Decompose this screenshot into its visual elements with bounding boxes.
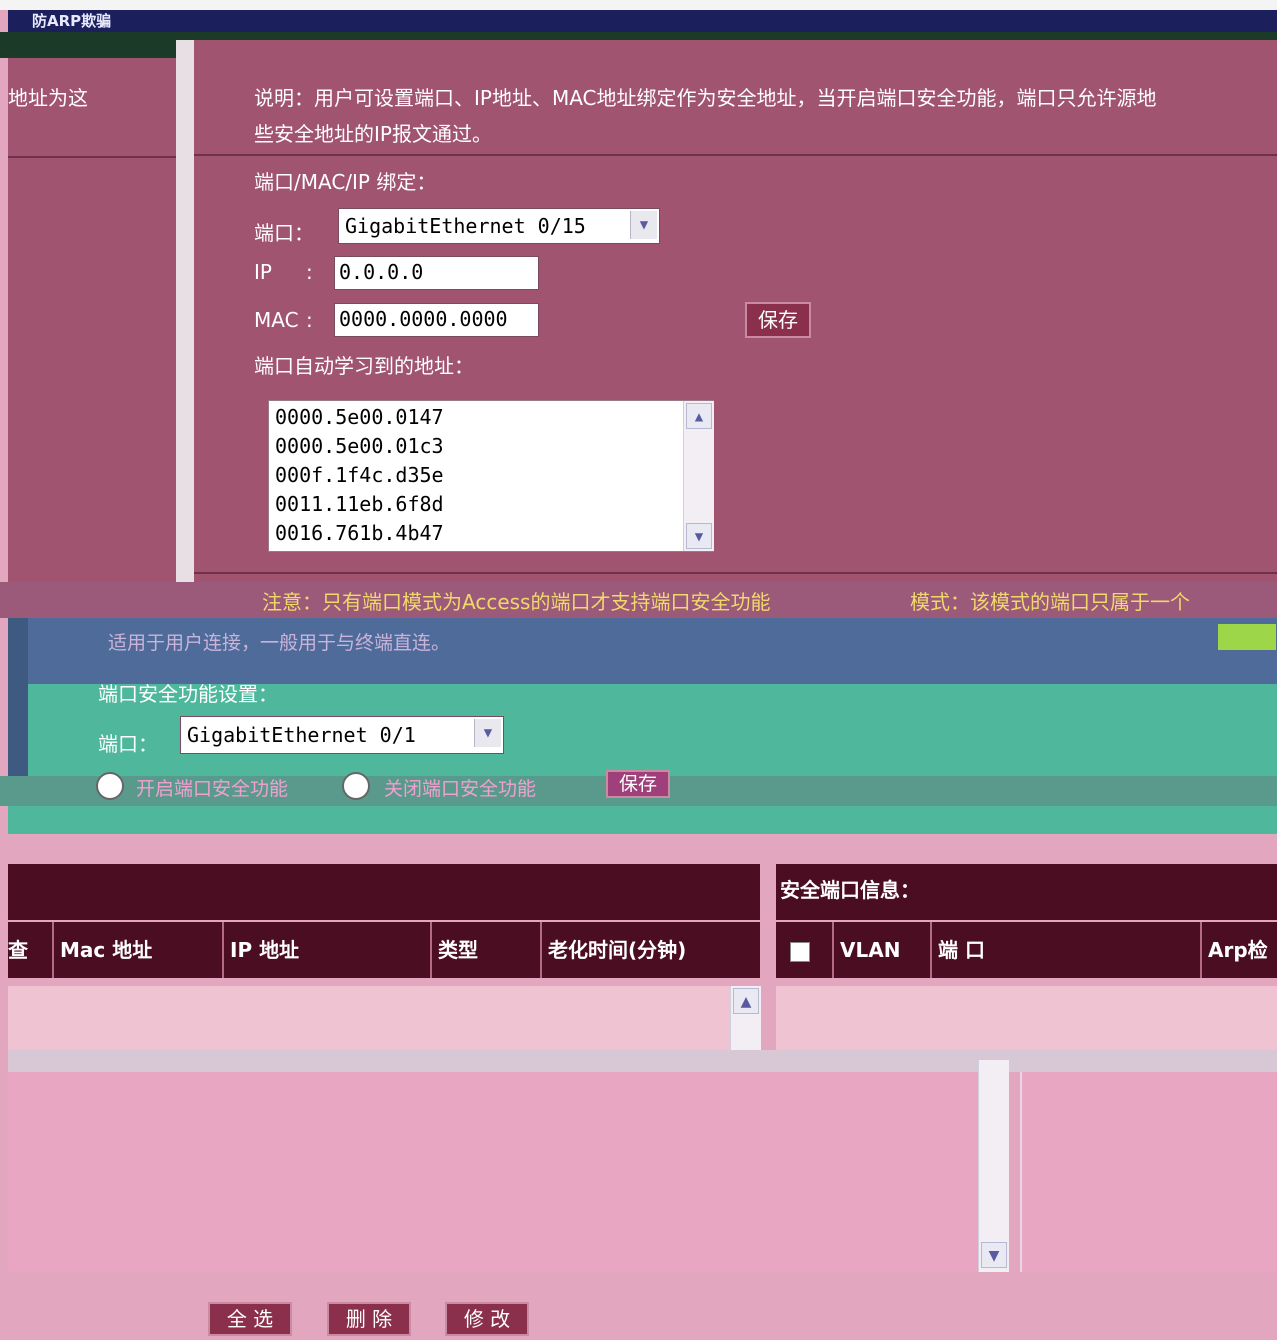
security-port-select[interactable]: GigabitEthernet 0/1 ▼ [180,716,504,754]
security-option-band: 开启端口安全功能 关闭端口安全功能 保存 [0,770,1277,806]
note-line1: 注意：只有端口模式为Access的端口才支持端口安全功能 [262,590,771,614]
ip-label: IP [254,260,272,284]
select-all-button[interactable]: 全 选 [208,1302,292,1336]
note-line3: 适用于用户连接，一般用于与终端直连。 [108,632,451,654]
right-table-lower-body [1020,1072,1277,1272]
lower-scrollbar[interactable]: ▼ [978,1060,1009,1272]
security-panel: 端口安全功能设置： 端口： GigabitEthernet 0/1 ▼ [8,682,1277,834]
disable-radio[interactable] [342,772,370,800]
select-all-checkbox[interactable] [790,941,810,962]
description-line1: 说明：用户可设置端口、IP地址、MAC地址绑定作为安全地址，当开启端口安全功能，… [254,86,1157,110]
binding-save-button[interactable]: 保存 [745,302,811,338]
binding-port-label: 端口： [254,221,314,245]
mac-label: MAC [254,308,299,332]
col-select [776,922,834,978]
list-item[interactable]: 0016.761b.4b47 [269,519,713,548]
enable-label: 开启端口安全功能 [136,778,289,800]
security-save-button[interactable]: 保存 [606,770,670,798]
right-table-header: VLAN 端 口 Arp检 [776,922,1277,978]
security-panel-edge [8,618,28,798]
delete-button[interactable]: 删 除 [327,1302,411,1336]
description-divider [194,154,1277,156]
chevron-down-icon[interactable]: ▼ [474,719,501,747]
left-table-scrollbar[interactable]: ▲ [730,986,761,1050]
description-line2: 些安全地址的IP报文通过。 [254,122,492,146]
learned-address-list[interactable]: 0000.5e00.0147 0000.5e00.01c3 000f.1f4c.… [268,400,714,552]
list-scrollbar[interactable]: ▲ ▼ [683,401,714,551]
list-item[interactable]: 0011.11eb.6f8d [269,490,713,519]
left-panel: 地址为这 [8,58,176,606]
main-panel: 说明：用户可设置端口、IP地址、MAC地址绑定作为安全地址，当开启端口安全功能，… [194,40,1277,606]
left-table-header: 查 Mac 地址 IP 地址 类型 老化时间(分钟) [8,922,760,978]
chevron-up-icon[interactable]: ▲ [686,403,712,429]
chevron-down-icon[interactable]: ▼ [630,211,657,239]
col-check: 查 [8,922,54,978]
note-band: 注意：只有端口模式为Access的端口才支持端口安全功能 模式：该模式的端口只属… [0,582,1277,618]
right-table-titlebar: 安全端口信息： [776,864,1277,920]
chevron-down-icon[interactable]: ▼ [686,523,712,549]
binding-port-value: GigabitEthernet 0/15 [345,214,586,238]
mac-input[interactable]: 0000.0000.0000 [334,303,539,337]
note-line2: 模式：该模式的端口只属于一个 [910,590,1190,614]
col-type: 类型 [432,922,542,978]
modify-button[interactable]: 修 改 [445,1302,529,1336]
list-item[interactable]: 0000.5e00.0147 [269,403,713,432]
left-table-titlebar [8,864,760,920]
binding-divider [194,572,1277,574]
col-arp: Arp检 [1208,938,1268,962]
list-item[interactable]: 000f.1f4c.d35e [269,461,713,490]
mac-colon: : [306,308,313,332]
right-table-body [776,986,1277,1050]
binding-port-select[interactable]: GigabitEthernet 0/15 ▼ [338,208,660,244]
security-port-label: 端口： [98,732,158,756]
window-title: 防ARP欺骗 [32,12,112,30]
enable-radio[interactable] [96,772,124,800]
security-section-label: 端口安全功能设置： [98,682,278,706]
window-titlebar: 防ARP欺骗 [8,10,1277,32]
panel-splitter[interactable] [176,40,194,606]
ip-input[interactable]: 0.0.0.0 [334,256,539,290]
learned-label: 端口自动学习到的地址： [254,354,474,378]
col-aging: 老化时间(分钟) [548,938,687,962]
left-divider [8,156,176,158]
left-panel-text: 地址为这 [8,86,88,110]
left-table-body [8,986,730,1050]
lower-band [8,1050,1277,1072]
status-indicator [1218,624,1276,650]
top-edge [0,0,1277,10]
chevron-up-icon[interactable]: ▲ [733,988,759,1014]
col-port: 端 口 [932,922,1202,978]
right-table-title: 安全端口信息： [780,878,920,902]
left-table-lower-body [8,1072,978,1272]
security-port-value: GigabitEthernet 0/1 [187,723,416,747]
chevron-down-icon[interactable]: ▼ [981,1242,1007,1268]
binding-section-label: 端口/MAC/IP 绑定： [254,170,437,194]
note-panel: 适用于用户连接，一般用于与终端直连。 [8,618,1277,684]
col-mac: Mac 地址 [54,922,224,978]
col-vlan: VLAN [834,922,932,978]
col-ip: IP 地址 [224,922,432,978]
list-item[interactable]: 0000.5e00.01c3 [269,432,713,461]
ip-colon: : [306,260,313,284]
disable-label: 关闭端口安全功能 [384,778,537,800]
